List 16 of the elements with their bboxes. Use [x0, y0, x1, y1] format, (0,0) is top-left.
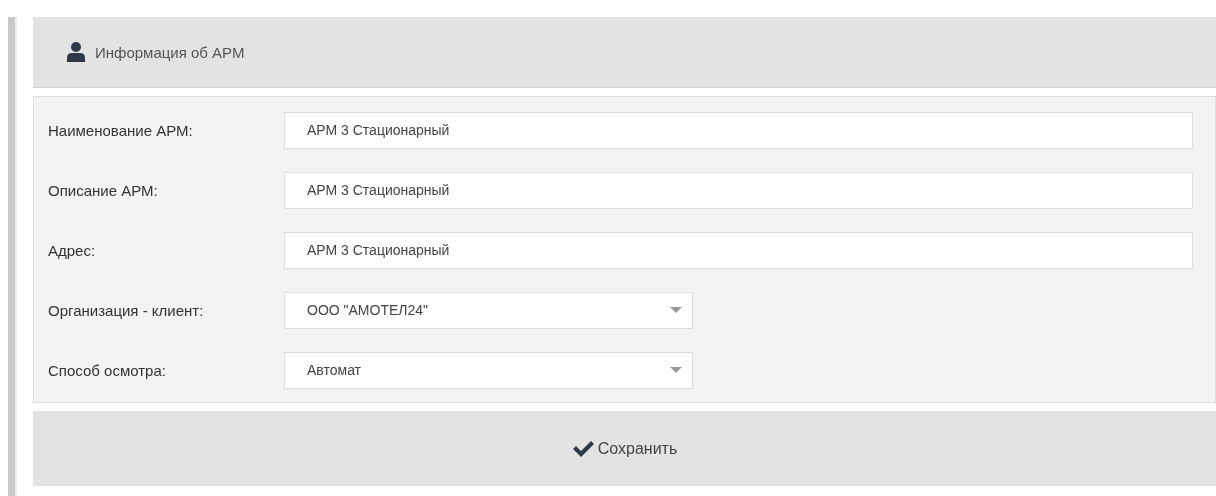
dropdown-caret-icon [670, 307, 682, 313]
field-label: Описание АРМ: [47, 181, 159, 199]
input-field[interactable]: АРМ 3 Стационарный [284, 171, 1193, 209]
select-field[interactable]: Автомат [284, 351, 693, 389]
field-label: Способ осмотра: [47, 361, 167, 379]
field-label: Адрес: [47, 241, 97, 259]
field-label: Организация - клиент: [47, 301, 205, 319]
dropdown-caret-icon [670, 367, 682, 373]
input-field[interactable]: АРМ 3 Стационарный [284, 111, 1193, 149]
select-field[interactable]: ООО "АМОТЕЛ24" [284, 291, 693, 329]
input-field[interactable]: АРМ 3 Стационарный [284, 231, 1193, 269]
save-button[interactable]: Сохранить [567, 435, 682, 462]
field-label: Наименование АРМ: [47, 121, 194, 139]
panel-title: Информация об АРМ [95, 43, 245, 61]
user-icon [67, 42, 85, 62]
checkmark-icon [571, 439, 594, 458]
